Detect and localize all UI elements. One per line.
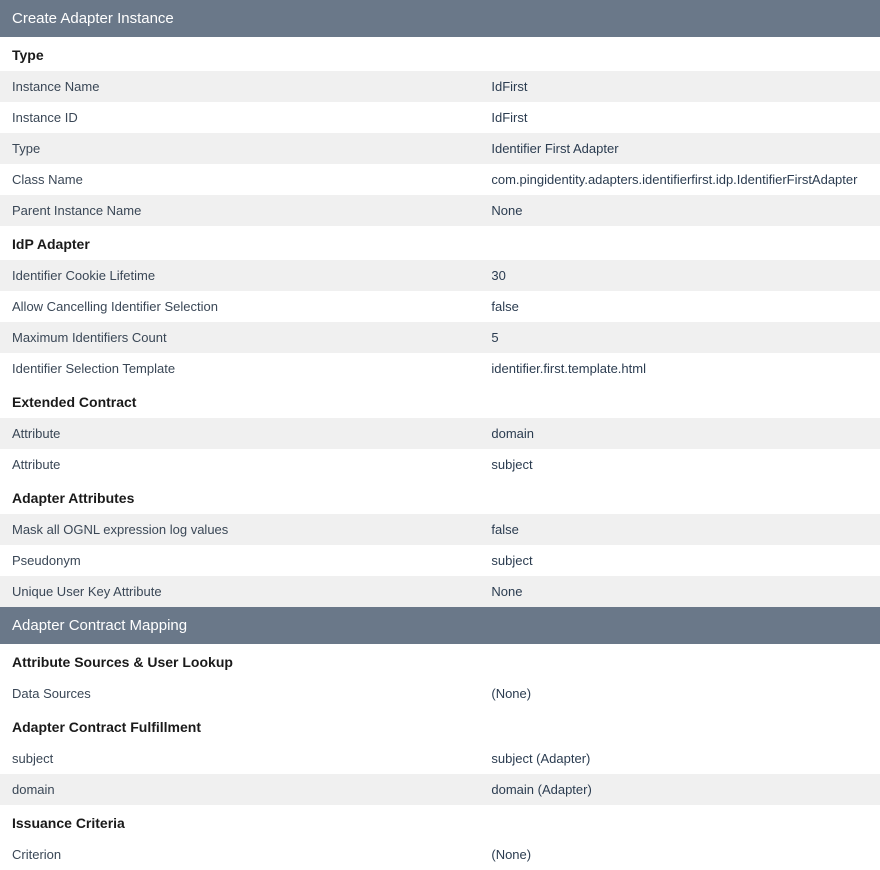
- row-value: subject: [491, 457, 868, 472]
- section-heading-label: Adapter Attributes: [12, 490, 134, 506]
- section-heading-label: Adapter Contract Fulfillment: [12, 719, 201, 735]
- row-value: subject: [491, 553, 868, 568]
- row-label: Unique User Key Attribute: [12, 584, 491, 599]
- section-heading-idp-adapter: IdP Adapter: [0, 226, 880, 260]
- row-label: Type: [12, 141, 491, 156]
- row-value: false: [491, 299, 868, 314]
- row-value: 30: [491, 268, 868, 283]
- table-row: Parent Instance Name None: [0, 195, 880, 226]
- table-row: Attribute subject: [0, 449, 880, 480]
- section-heading-label: IdP Adapter: [12, 236, 90, 252]
- row-value: false: [491, 522, 868, 537]
- table-row: Instance Name IdFirst: [0, 71, 880, 102]
- row-label: Allow Cancelling Identifier Selection: [12, 299, 491, 314]
- table-row: Class Name com.pingidentity.adapters.ide…: [0, 164, 880, 195]
- row-label: Maximum Identifiers Count: [12, 330, 491, 345]
- row-label: Criterion: [12, 847, 491, 862]
- header-text: Create Adapter Instance: [12, 10, 174, 27]
- row-value: domain (Adapter): [491, 782, 868, 797]
- table-row: Type Identifier First Adapter: [0, 133, 880, 164]
- table-row: Pseudonym subject: [0, 545, 880, 576]
- section-heading-attribute-sources: Attribute Sources & User Lookup: [0, 644, 880, 678]
- row-label: Mask all OGNL expression log values: [12, 522, 491, 537]
- table-row: Maximum Identifiers Count 5: [0, 322, 880, 353]
- row-value: IdFirst: [491, 79, 868, 94]
- header-adapter-contract-mapping: Adapter Contract Mapping: [0, 607, 880, 644]
- row-value: Identifier First Adapter: [491, 141, 868, 156]
- table-row: Instance ID IdFirst: [0, 102, 880, 133]
- row-value: subject (Adapter): [491, 751, 868, 766]
- table-row: Attribute domain: [0, 418, 880, 449]
- row-value: domain: [491, 426, 868, 441]
- row-value: (None): [491, 686, 868, 701]
- section-heading-label: Attribute Sources & User Lookup: [12, 654, 233, 670]
- row-value: None: [491, 584, 868, 599]
- row-label: Data Sources: [12, 686, 491, 701]
- row-label: subject: [12, 751, 491, 766]
- table-row: Identifier Selection Template identifier…: [0, 353, 880, 384]
- row-value: com.pingidentity.adapters.identifierfirs…: [491, 172, 868, 187]
- row-value: (None): [491, 847, 868, 862]
- row-label: Attribute: [12, 457, 491, 472]
- table-row: Data Sources (None): [0, 678, 880, 709]
- row-value: IdFirst: [491, 110, 868, 125]
- row-label: Identifier Selection Template: [12, 361, 491, 376]
- row-value: 5: [491, 330, 868, 345]
- table-row: Unique User Key Attribute None: [0, 576, 880, 607]
- section-heading-issuance-criteria: Issuance Criteria: [0, 805, 880, 839]
- row-label: Pseudonym: [12, 553, 491, 568]
- section-heading-extended-contract: Extended Contract: [0, 384, 880, 418]
- row-label: Class Name: [12, 172, 491, 187]
- table-row: Criterion (None): [0, 839, 880, 870]
- table-row: domain domain (Adapter): [0, 774, 880, 805]
- section-heading-label: Type: [12, 47, 44, 63]
- row-label: domain: [12, 782, 491, 797]
- row-label: Instance Name: [12, 79, 491, 94]
- table-row: subject subject (Adapter): [0, 743, 880, 774]
- header-create-adapter-instance: Create Adapter Instance: [0, 0, 880, 37]
- section-heading-adapter-attributes: Adapter Attributes: [0, 480, 880, 514]
- section-heading-label: Extended Contract: [12, 394, 136, 410]
- row-label: Attribute: [12, 426, 491, 441]
- row-label: Identifier Cookie Lifetime: [12, 268, 491, 283]
- section-heading-type: Type: [0, 37, 880, 71]
- row-label: Instance ID: [12, 110, 491, 125]
- row-label: Parent Instance Name: [12, 203, 491, 218]
- table-row: Identifier Cookie Lifetime 30: [0, 260, 880, 291]
- header-text: Adapter Contract Mapping: [12, 617, 187, 634]
- section-heading-label: Issuance Criteria: [12, 815, 125, 831]
- section-heading-adapter-contract-fulfillment: Adapter Contract Fulfillment: [0, 709, 880, 743]
- table-row: Mask all OGNL expression log values fals…: [0, 514, 880, 545]
- row-value: None: [491, 203, 868, 218]
- table-row: Allow Cancelling Identifier Selection fa…: [0, 291, 880, 322]
- row-value: identifier.first.template.html: [491, 361, 868, 376]
